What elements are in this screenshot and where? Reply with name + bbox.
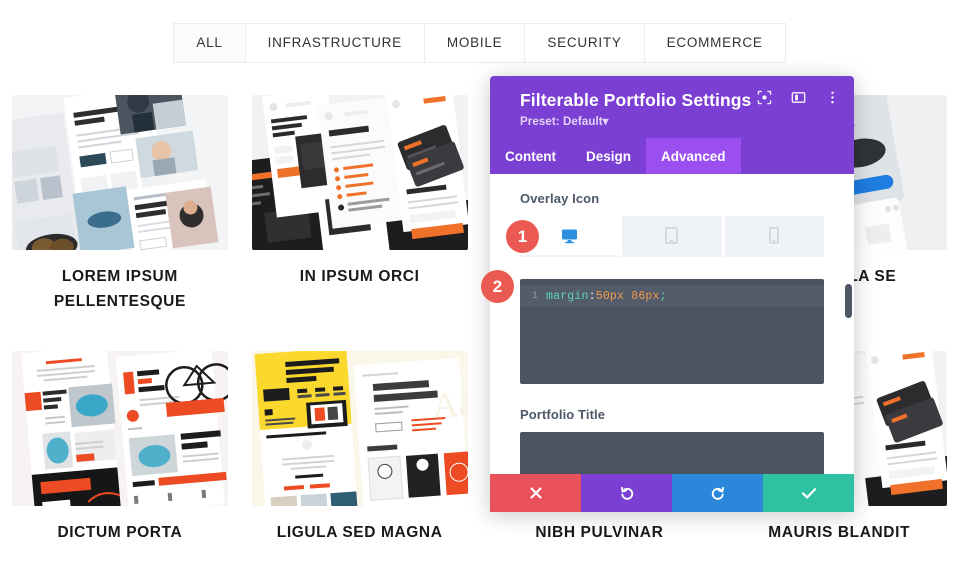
tablet-icon bbox=[665, 227, 679, 244]
redo-arrow-icon bbox=[710, 485, 726, 501]
settings-preset-selector[interactable]: Preset: Default▾ bbox=[520, 114, 838, 128]
portfolio-filter-bar: ALL INFRASTRUCTURE MOBILE SECURITY ECOMM… bbox=[0, 23, 959, 63]
portfolio-item-title: LIGULA SED MAGNA bbox=[276, 524, 443, 541]
tab-bar-filler bbox=[741, 138, 854, 174]
code-editor-line[interactable]: 1 margin:50px 86px; bbox=[520, 285, 824, 307]
kebab-menu-icon[interactable] bbox=[825, 90, 840, 105]
filter-list: ALL INFRASTRUCTURE MOBILE SECURITY ECOMM… bbox=[173, 23, 786, 63]
code-line-number: 1 bbox=[531, 290, 538, 302]
settings-header-icon-group bbox=[757, 90, 840, 105]
filter-tab-security[interactable]: SECURITY bbox=[525, 23, 645, 63]
yellow-business-mockup-image[interactable]: Aa bbox=[251, 351, 468, 506]
portfolio-item[interactable]: LOREM IPSUM PELLENTESQUE bbox=[0, 95, 240, 314]
settings-preset-label: Preset: Default bbox=[520, 116, 603, 128]
css-value-token: 50px 86px bbox=[595, 289, 660, 303]
tab-design[interactable]: Design bbox=[571, 138, 646, 174]
tab-content[interactable]: Content bbox=[490, 138, 571, 174]
css-semicolon-token: ; bbox=[659, 289, 667, 303]
device-toggle-tablet[interactable] bbox=[622, 216, 722, 257]
chevron-down-icon[interactable]: ▾ bbox=[603, 116, 609, 128]
portfolio-title-code-editor[interactable] bbox=[520, 432, 824, 474]
portfolio-title-label: Portfolio Title bbox=[520, 407, 606, 422]
close-button[interactable] bbox=[490, 474, 581, 512]
tab-advanced[interactable]: Advanced bbox=[646, 138, 741, 174]
portfolio-item-title: IN IPSUM ORCI bbox=[299, 268, 420, 285]
page-root: ALL INFRASTRUCTURE MOBILE SECURITY ECOMM… bbox=[0, 0, 959, 566]
code-editor-text[interactable]: margin:50px 86px; bbox=[546, 290, 667, 303]
filter-tab-infrastructure[interactable]: INFRASTRUCTURE bbox=[245, 23, 425, 63]
dark-orange-mobile-app-mockup-image[interactable] bbox=[251, 95, 468, 250]
portfolio-item-title: LOREM IPSUM PELLENTESQUE bbox=[53, 268, 186, 310]
css-colon-token: : bbox=[588, 289, 596, 303]
portfolio-item-title: DICTUM PORTA bbox=[57, 524, 183, 541]
desktop-icon bbox=[561, 228, 578, 244]
callout-badge-1: 1 bbox=[506, 220, 539, 253]
callout-badge-2: 2 bbox=[481, 270, 514, 303]
focus-icon[interactable] bbox=[757, 90, 772, 105]
portfolio-item[interactable]: Aa LIGULA SED MAGNA bbox=[240, 351, 480, 545]
x-icon bbox=[529, 486, 543, 500]
filter-tab-mobile[interactable]: MOBILE bbox=[424, 23, 526, 63]
save-button[interactable] bbox=[763, 474, 854, 512]
settings-panel-footer bbox=[490, 474, 854, 512]
device-toggle-phone[interactable] bbox=[724, 216, 824, 257]
settings-panel-scrollbar[interactable] bbox=[845, 284, 852, 318]
undo-arrow-icon bbox=[619, 485, 635, 501]
settings-panel-body: Overlay Icon 1 margin:50px 86px; Portfol… bbox=[490, 174, 854, 474]
device-responsive-toggle bbox=[520, 216, 824, 257]
bike-repair-mockup-image[interactable] bbox=[12, 351, 228, 506]
settings-tab-bar: Content Design Advanced bbox=[490, 138, 854, 174]
filterable-portfolio-settings-panel[interactable]: Filterable Portfolio Settings Preset: De… bbox=[490, 76, 854, 512]
portfolio-item[interactable]: DICTUM PORTA bbox=[0, 351, 240, 545]
portfolio-item-title: MAURIS BLANDIT bbox=[768, 524, 911, 541]
svg-text:Aa: Aa bbox=[431, 383, 468, 426]
layout-panel-icon[interactable] bbox=[791, 90, 806, 105]
css-property-token: margin bbox=[546, 289, 589, 303]
undo-button[interactable] bbox=[581, 474, 672, 512]
settings-panel-header: Filterable Portfolio Settings Preset: De… bbox=[490, 76, 854, 138]
check-icon bbox=[801, 486, 817, 500]
filter-tab-ecommerce[interactable]: ECOMMERCE bbox=[644, 23, 786, 63]
custom-css-code-editor[interactable]: 1 margin:50px 86px; bbox=[520, 279, 824, 384]
portfolio-item[interactable]: IN IPSUM ORCI bbox=[240, 95, 480, 314]
redo-button[interactable] bbox=[672, 474, 763, 512]
sunglasses-shop-mockup-image[interactable] bbox=[12, 95, 228, 250]
phone-icon bbox=[769, 227, 779, 244]
filter-tab-all[interactable]: ALL bbox=[173, 23, 246, 63]
overlay-icon-label: Overlay Icon bbox=[520, 191, 600, 206]
portfolio-item-title: NIBH PULVINAR bbox=[535, 524, 664, 541]
